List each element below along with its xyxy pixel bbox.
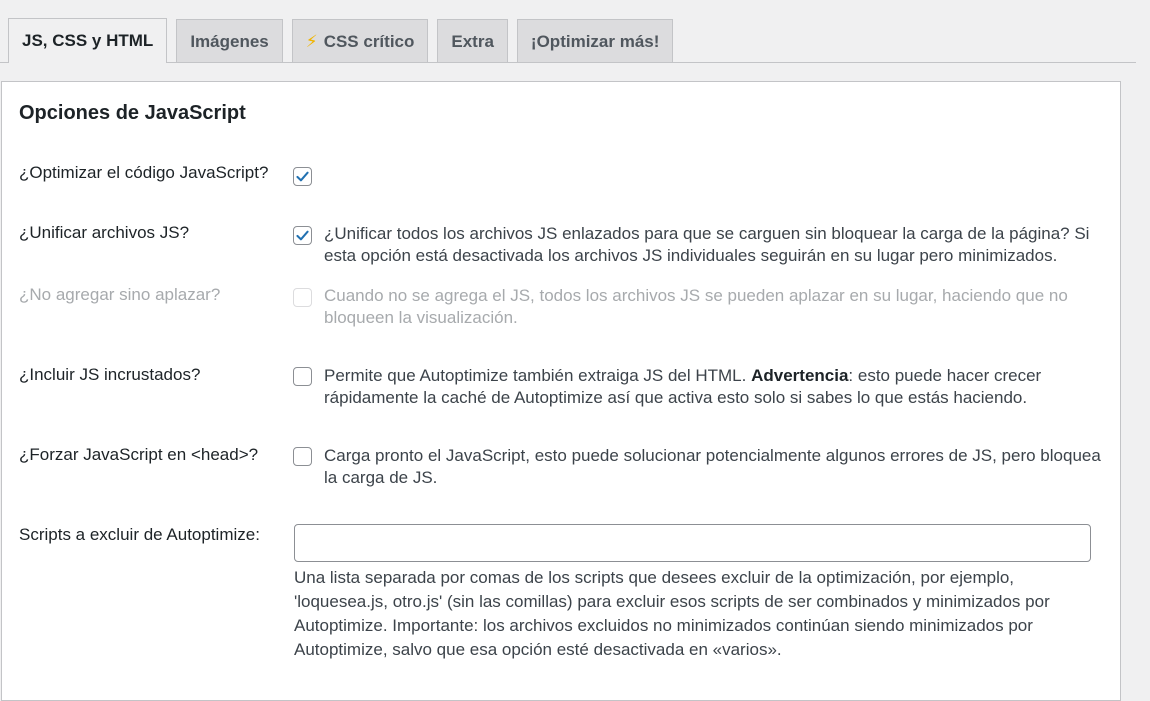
- force-head-description: Carga pronto el JavaScript, esto puede s…: [324, 446, 1101, 487]
- defer-js-checkbox[interactable]: [293, 288, 312, 307]
- checkmark-icon: [296, 171, 309, 182]
- exclude-scripts-help: Una lista separada por comas de los scri…: [294, 568, 1050, 659]
- defer-js-description: Cuando no se agrega el JS, todos los arc…: [324, 286, 1068, 327]
- tab-label: ¡Optimizar más!: [530, 31, 660, 51]
- inline-js-label: ¿Incluir JS incrustados?: [19, 365, 201, 384]
- inline-js-description-prefix: Permite que Autoptimize también extraiga…: [324, 366, 752, 385]
- tab-optimize-more[interactable]: ¡Optimizar más!: [516, 19, 674, 63]
- inline-js-description: Permite que Autoptimize también extraiga…: [324, 365, 1104, 409]
- tab-label: CSS crítico: [323, 31, 415, 51]
- aggregate-js-label: ¿Unificar archivos JS?: [19, 223, 190, 242]
- tab-label: JS, CSS y HTML: [22, 31, 154, 50]
- tab-images[interactable]: Imágenes: [176, 19, 283, 63]
- checkmark-icon: [296, 230, 309, 241]
- tab-js-css-html[interactable]: JS, CSS y HTML: [8, 18, 168, 63]
- tab-label: Imágenes: [190, 31, 269, 51]
- tab-extra[interactable]: Extra: [437, 19, 508, 63]
- optimize-js-label: ¿Optimizar el código JavaScript?: [19, 163, 269, 182]
- inline-js-checkbox[interactable]: [293, 367, 312, 386]
- aggregate-js-checkbox[interactable]: [293, 226, 312, 245]
- tab-label: Extra: [451, 31, 494, 51]
- defer-js-label: ¿No agregar sino aplazar?: [19, 285, 221, 304]
- exclude-scripts-label: Scripts a excluir de Autoptimize:: [19, 525, 260, 544]
- exclude-scripts-input[interactable]: [294, 524, 1091, 562]
- force-head-label: ¿Forzar JavaScript en <head>?: [19, 445, 259, 464]
- lightning-bolt-icon: ⚡: [305, 31, 318, 51]
- section-title: Opciones de JavaScript: [19, 102, 246, 124]
- optimize-js-checkbox[interactable]: [293, 167, 312, 186]
- force-head-checkbox[interactable]: [293, 447, 312, 466]
- settings-tabs: JS, CSS y HTML Imágenes ⚡ CSS crítico Ex…: [8, 18, 682, 63]
- warning-label: Advertencia: [751, 366, 849, 385]
- tab-divider: [0, 62, 1136, 63]
- aggregate-js-description: ¿Unificar todos los archivos JS enlazado…: [324, 224, 1090, 265]
- tab-critical-css[interactable]: ⚡ CSS crítico: [291, 19, 429, 63]
